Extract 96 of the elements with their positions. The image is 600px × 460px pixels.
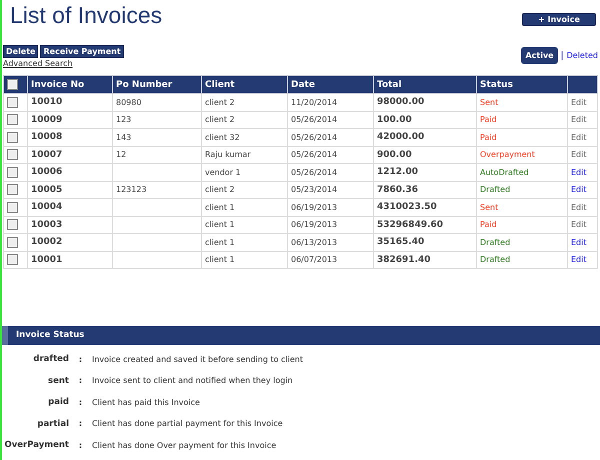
- table-cell: 06/19/2013: [288, 216, 374, 234]
- table-cell: client 1: [202, 198, 288, 216]
- status-label: Paid: [480, 220, 497, 230]
- table-cell: 10007: [28, 146, 112, 164]
- status-label: Paid: [480, 132, 497, 142]
- separator: :: [78, 440, 84, 450]
- advanced-search-link[interactable]: Advanced Search: [3, 59, 124, 68]
- table-cell: 10010: [28, 94, 112, 111]
- status-label: Overpayment: [480, 150, 535, 160]
- table-cell: 05/26/2014: [288, 146, 374, 164]
- table-cell: 06/07/2013: [288, 251, 374, 268]
- row-checkbox[interactable]: [7, 132, 18, 143]
- table-cell: 53296849.60: [374, 216, 476, 234]
- table-cell: 05/23/2014: [288, 181, 374, 198]
- table-cell: 10004: [28, 198, 112, 216]
- table-cell: 100.00: [374, 111, 476, 128]
- status-term: drafted: [32, 354, 69, 364]
- row-checkbox[interactable]: [7, 219, 18, 230]
- status-label: Drafted: [480, 185, 510, 194]
- new-invoice-button[interactable]: + Invoice: [522, 13, 596, 26]
- status-label: Sent: [480, 98, 498, 107]
- separator: :: [78, 419, 84, 428]
- table-cell: 10006: [28, 164, 112, 181]
- table-cell: 900.00: [374, 146, 476, 164]
- table-cell: 10009: [28, 111, 112, 128]
- status-description: Client has done partial payment for this Invoice: [92, 419, 284, 428]
- status-description: Client has done Over payment for this Invoice: [92, 440, 278, 450]
- status-label: Sent: [480, 202, 498, 212]
- status-description: Invoice created and saved it before sending to client: [92, 354, 304, 364]
- row-checkbox[interactable]: [7, 184, 18, 196]
- table-cell: 06/13/2013: [288, 234, 374, 251]
- column-header: Total: [374, 76, 476, 94]
- table-cell: 10008: [28, 128, 112, 146]
- table-cell: 05/26/2014: [288, 111, 374, 128]
- column-header: Client: [202, 76, 288, 94]
- column-header: Status: [476, 76, 568, 94]
- status-term: OverPayment: [4, 440, 69, 450]
- status-label: Drafted: [480, 255, 510, 264]
- table-cell: 10005: [28, 181, 112, 198]
- status-label: Drafted: [480, 238, 510, 247]
- table-cell: 10002: [28, 234, 112, 251]
- page-title: List of Invoices: [10, 2, 162, 29]
- row-checkbox[interactable]: [7, 202, 18, 213]
- filter-separator: |: [560, 50, 564, 60]
- row-checkbox[interactable]: [7, 114, 18, 126]
- row-checkbox[interactable]: [7, 166, 18, 178]
- table-cell: 42000.00: [374, 128, 476, 146]
- table-cell: 11/20/2014: [288, 94, 374, 111]
- status-term: paid: [47, 397, 69, 408]
- column-header: Po Number: [112, 76, 202, 94]
- status-label: Paid: [480, 115, 497, 124]
- table-cell: client 1: [202, 216, 288, 234]
- table-cell: Raju kumar: [202, 146, 288, 164]
- separator: :: [78, 398, 84, 407]
- row-checkbox[interactable]: [7, 96, 18, 108]
- table-cell: 35165.40: [374, 234, 476, 251]
- filter-tab[interactable]: Active: [521, 47, 558, 64]
- table-cell: 382691.40: [374, 251, 476, 268]
- select-all-checkbox[interactable]: [7, 79, 18, 90]
- table-cell: 4310023.50: [374, 198, 476, 216]
- table-cell: 05/26/2014: [288, 128, 374, 146]
- table-cell: 123: [112, 111, 202, 128]
- table-cell: 143: [112, 128, 202, 146]
- table-cell: 1212.00: [374, 164, 476, 181]
- table-cell: 05/26/2014: [288, 164, 374, 181]
- status-term: sent: [47, 376, 69, 386]
- separator: :: [78, 354, 84, 364]
- filter-tab[interactable]: Deleted: [566, 51, 598, 60]
- separator: :: [78, 376, 84, 386]
- action-button[interactable]: Delete: [3, 45, 38, 58]
- row-checkbox[interactable]: [7, 236, 18, 248]
- status-description: Client has paid this Invoice: [92, 398, 201, 407]
- status-term: partial: [36, 418, 69, 429]
- table-cell: 80980: [112, 94, 202, 111]
- table-cell: 98000.00: [374, 94, 476, 111]
- table-cell: 123123: [112, 181, 202, 198]
- table-cell: client 2: [202, 181, 288, 198]
- table-cell: client 1: [202, 234, 288, 251]
- row-checkbox[interactable]: [7, 254, 18, 266]
- action-button[interactable]: Receive Payment: [40, 45, 124, 58]
- table-cell: 10003: [28, 216, 112, 234]
- table-cell: 7860.36: [374, 181, 476, 198]
- table-cell: client 32: [202, 128, 288, 146]
- table-cell: 12: [112, 146, 202, 164]
- legend-header: Invoice Status: [2, 326, 600, 344]
- table-cell: vendor 1: [202, 164, 288, 181]
- table-cell: client 2: [202, 111, 288, 128]
- column-header: Date: [288, 76, 374, 94]
- table-cell: client 2: [202, 94, 288, 111]
- status-description: Invoice sent to client and notified when they login: [92, 376, 294, 386]
- table-cell: client 1: [202, 251, 288, 268]
- column-header: Invoice No: [28, 76, 112, 94]
- row-checkbox[interactable]: [7, 149, 18, 160]
- table-cell: 10001: [28, 251, 112, 268]
- table-cell: 06/19/2013: [288, 198, 374, 216]
- status-label: AutoDrafted: [480, 168, 529, 177]
